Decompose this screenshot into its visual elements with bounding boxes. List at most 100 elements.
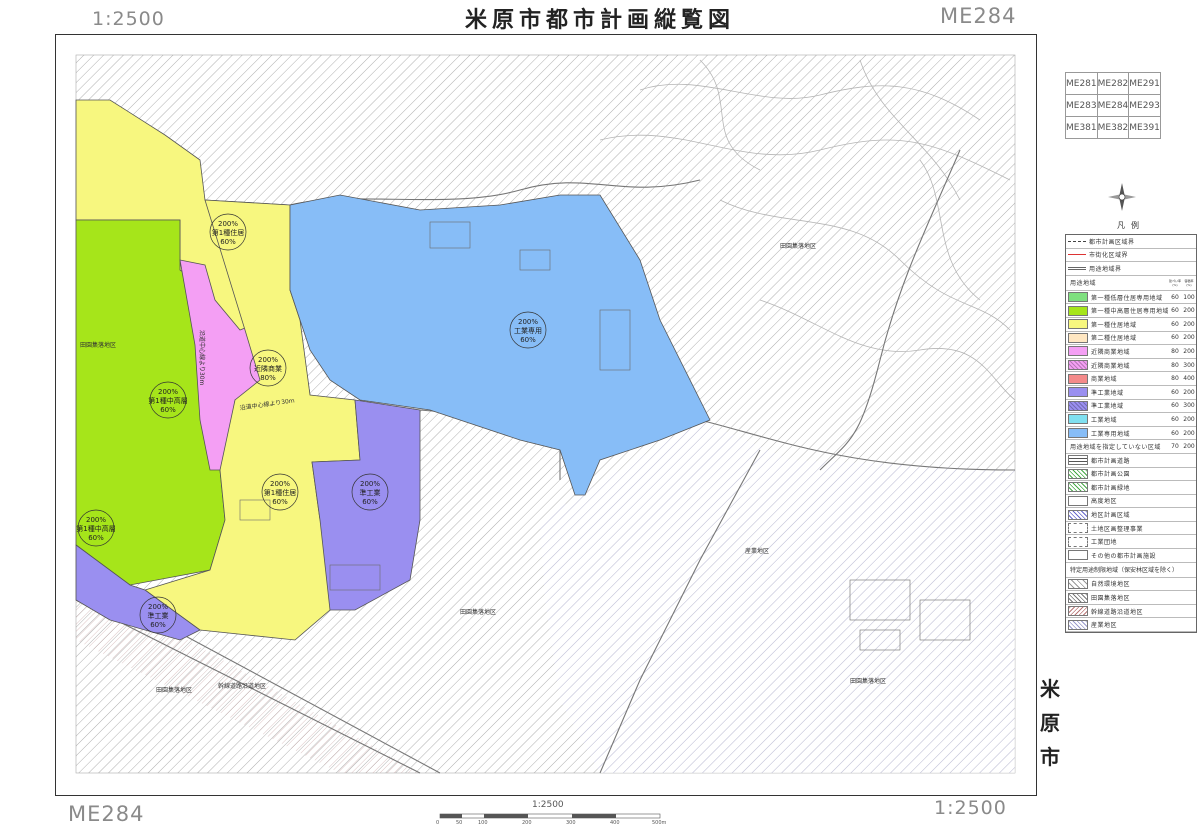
legend-row-facility: 都市計画緑地 bbox=[1066, 481, 1196, 495]
legend-label: 都市計画緑地 bbox=[1091, 484, 1131, 492]
sheet-index-cell[interactable]: ME291 bbox=[1128, 72, 1161, 95]
legend-col-header: 容積率(%) bbox=[1184, 278, 1194, 287]
place-label-4: 田園集落地区 bbox=[850, 677, 886, 685]
svg-text:60%: 60% bbox=[220, 238, 236, 246]
legend-rate: 200 bbox=[1183, 307, 1195, 315]
sheet-index-cell[interactable]: ME282 bbox=[1096, 72, 1130, 95]
legend-row-facility: 地区計画区域 bbox=[1066, 508, 1196, 522]
legend-rate: 80 bbox=[1171, 361, 1179, 369]
sheet-index-cell-current[interactable]: ME284 bbox=[1096, 94, 1130, 117]
svg-text:第1種中高層: 第1種中高層 bbox=[148, 396, 187, 405]
svg-text:第1種中高層: 第1種中高層 bbox=[76, 524, 115, 533]
legend-rate: 200 bbox=[1183, 388, 1195, 396]
legend-facility-swatch bbox=[1068, 523, 1088, 534]
svg-text:80%: 80% bbox=[260, 374, 276, 382]
legend-label: 第一種低層住居専用地域 bbox=[1091, 294, 1163, 302]
legend-label: 土地区画整理事業 bbox=[1091, 525, 1144, 533]
legend-row-unzoned: 用途地域を指定していない区域 70 200 bbox=[1066, 440, 1196, 454]
legend-line-swatch bbox=[1068, 254, 1086, 256]
legend-label: 幹線道路沿道地区 bbox=[1091, 608, 1144, 616]
legend-color-swatch bbox=[1068, 319, 1088, 330]
legend-color-swatch bbox=[1068, 332, 1088, 343]
legend-row-special: 幹線道路沿道地区 bbox=[1066, 605, 1196, 619]
legend-rate: 60 bbox=[1171, 415, 1179, 423]
svg-text:200%: 200% bbox=[258, 356, 278, 364]
legend-special-header: 特定用途制限地域（保安林区域を除く） bbox=[1066, 563, 1196, 578]
legend-label: 第一種住居地域 bbox=[1091, 321, 1137, 329]
legend-rate: 200 bbox=[1183, 347, 1195, 355]
legend-row-line: 市街化区域界 bbox=[1066, 249, 1196, 263]
legend-row-zone: 第一種住居地域 60 200 bbox=[1066, 318, 1196, 332]
legend-rate: 60 bbox=[1171, 307, 1179, 315]
svg-text:準工業: 準工業 bbox=[148, 611, 169, 620]
sheet-index-cell[interactable]: ME281 bbox=[1065, 72, 1098, 95]
legend-row-zone: 第一種中高層住居専用地域 60 200 bbox=[1066, 304, 1196, 318]
legend-label: 用途地域を指定していない区域 bbox=[1070, 444, 1161, 452]
sheet-index-cell[interactable]: ME391 bbox=[1128, 116, 1161, 139]
legend-row-zone: 第二種住居地域 60 200 bbox=[1066, 332, 1196, 346]
legend-row-facility: 工業団地 bbox=[1066, 535, 1196, 550]
sheet-index-grid: ME281 ME282 ME291 ME283 ME284 ME293 ME38… bbox=[1065, 72, 1161, 139]
legend-rate: 60 bbox=[1171, 402, 1179, 410]
legend-label: 都市計画区域界 bbox=[1089, 238, 1135, 246]
legend-color-swatch bbox=[1068, 373, 1088, 384]
legend-zone-header: 用途地域 建ぺい率(%) 容積率(%) bbox=[1066, 276, 1196, 291]
legend-label: 準工業地域 bbox=[1091, 389, 1124, 397]
place-label-1: 田園集落地区 bbox=[780, 242, 816, 250]
legend-color-swatch bbox=[1068, 414, 1088, 425]
legend-label: 自然環境地区 bbox=[1091, 581, 1131, 589]
legend-rate: 200 bbox=[1183, 320, 1195, 328]
sheet-index-cell[interactable]: ME382 bbox=[1096, 116, 1130, 139]
legend-color-swatch bbox=[1068, 360, 1088, 371]
legend-label: 都市計画公園 bbox=[1091, 471, 1131, 479]
legend-row-zone: 商業地域 80 400 bbox=[1066, 372, 1196, 386]
legend-rate: 200 bbox=[1183, 429, 1195, 437]
svg-text:準工業: 準工業 bbox=[360, 488, 381, 497]
legend-line-swatch bbox=[1068, 266, 1086, 270]
legend-color-swatch bbox=[1068, 428, 1088, 439]
legend-label: 工業専用地域 bbox=[1091, 430, 1131, 438]
legend-label: 近隣商業地域 bbox=[1091, 348, 1131, 356]
legend-rate: 80 bbox=[1171, 347, 1179, 355]
legend-rate: 200 bbox=[1183, 415, 1195, 423]
legend-rate: 80 bbox=[1171, 375, 1179, 383]
legend-hatch-swatch bbox=[1068, 592, 1088, 603]
legend-row-zone: 近隣商業地域 80 300 bbox=[1066, 359, 1196, 373]
legend-facility-swatch bbox=[1068, 482, 1088, 493]
svg-text:200%: 200% bbox=[218, 220, 238, 228]
legend-rate: 400 bbox=[1183, 375, 1195, 383]
legend-rate: 60 bbox=[1171, 334, 1179, 342]
legend-row-zone: 工業地域 60 200 bbox=[1066, 413, 1196, 427]
sheet-index-cell[interactable]: ME293 bbox=[1128, 94, 1161, 117]
legend: 凡例 都市計画区域界 市街化区域界 用途地域界 用途地域 建ぺい率(%) 容積率(%) 第一… bbox=[1065, 220, 1197, 634]
svg-text:60%: 60% bbox=[88, 534, 104, 542]
legend-label: 第二種住居地域 bbox=[1091, 335, 1137, 343]
scale-bar-ticks: 0 50 100 200 300 400 500m bbox=[436, 820, 667, 826]
legend-hatch-swatch bbox=[1068, 619, 1088, 630]
legend-rate: 200 bbox=[1183, 443, 1195, 451]
legend-rate: 60 bbox=[1171, 293, 1179, 301]
legend-label: 地区計画区域 bbox=[1091, 512, 1131, 520]
legend-line-swatch bbox=[1068, 240, 1086, 242]
svg-text:200%: 200% bbox=[148, 603, 168, 611]
legend-rate: 300 bbox=[1183, 361, 1195, 369]
place-label-7: 幹線道路沿道地区 bbox=[218, 682, 266, 690]
legend-row-zone: 工業専用地域 60 200 bbox=[1066, 427, 1196, 441]
legend-col-header: 建ぺい率(%) bbox=[1168, 278, 1181, 287]
place-label-6: 田園集落地区 bbox=[156, 686, 192, 694]
zone-label-e: 200% 第1種住居 60% bbox=[261, 473, 299, 511]
legend-rate: 60 bbox=[1171, 429, 1179, 437]
zone-label-b: 200% 工業専用 60% bbox=[509, 311, 547, 349]
legend-zone-header-label: 用途地域 bbox=[1070, 280, 1097, 288]
sheet-index-cell[interactable]: ME283 bbox=[1065, 94, 1098, 117]
place-label-2: 田園集落地区 bbox=[80, 341, 116, 349]
sheet-index-cell[interactable]: ME381 bbox=[1065, 116, 1098, 139]
legend-facility-swatch bbox=[1068, 550, 1088, 561]
legend-label: 都市計画道路 bbox=[1091, 457, 1131, 465]
legend-facility-swatch bbox=[1068, 455, 1088, 466]
legend-rate: 300 bbox=[1183, 402, 1195, 410]
map-canvas[interactable]: 200% 第1種住居 60% 200% 工業専用 60% 200% 近隣商業 8… bbox=[0, 0, 1200, 829]
legend-row-line: 都市計画区域界 bbox=[1066, 235, 1196, 249]
legend-label: 商業地域 bbox=[1091, 376, 1118, 384]
svg-text:200%: 200% bbox=[270, 480, 290, 488]
